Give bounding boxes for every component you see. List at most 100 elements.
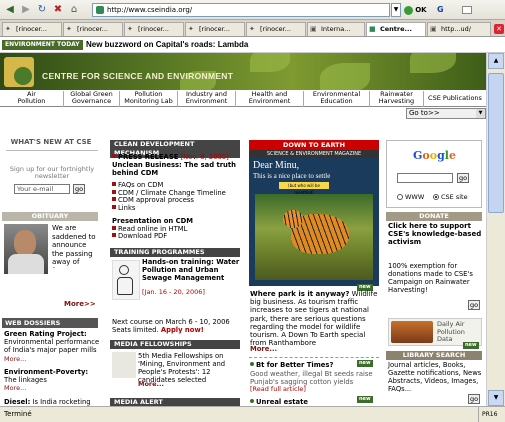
tab-1[interactable]: ✦ [rinocer... <box>2 22 62 36</box>
cdm-links: FAQs on CDM CDM / Climate Change Timelin… <box>112 181 240 213</box>
environment-today-headline[interactable]: New buzzword on Capital's roads: Lambda <box>86 40 248 50</box>
rhino-icon: ✦ <box>249 25 255 33</box>
leaf-decoration <box>410 53 456 73</box>
nav-pollution-monitoring-lab[interactable]: Pollution Monitoring Lab <box>120 91 178 107</box>
google-search-input[interactable] <box>397 173 453 183</box>
donate-go-button[interactable]: go <box>468 300 480 310</box>
address-dropdown-icon[interactable]: ▼ <box>391 3 401 17</box>
fellowship-more-link[interactable]: More... <box>138 380 164 388</box>
obituary-header: OBITUARY <box>2 212 98 221</box>
google-search-icon[interactable]: G <box>437 3 459 17</box>
donate-text: 100% exemption for donations made to CSE… <box>388 262 473 294</box>
reload-icon[interactable]: ↻ <box>35 3 49 16</box>
fellowship-image <box>112 352 136 378</box>
apply-now-link[interactable]: Apply now! <box>161 326 204 334</box>
bullet-icon <box>112 225 116 230</box>
search-box[interactable] <box>462 6 472 14</box>
download-pdf-link[interactable]: Download PDF <box>112 232 240 241</box>
bt-read-link[interactable]: [Read full article] <box>250 385 306 393</box>
nav-cse-publications[interactable]: CSE Publications <box>424 91 486 107</box>
cover-story: Where park is it anyway? Wildlife big bu… <box>250 290 378 348</box>
magazine-title: DOWN TO EARTH <box>249 140 379 150</box>
bullet-icon <box>112 154 116 158</box>
next-course: Next course on March 6 - 10, 2006 Seats … <box>112 318 230 334</box>
rhino-icon: ✦ <box>188 25 194 33</box>
radio-cse-site[interactable]: CSE site <box>433 193 468 201</box>
status-bar: Terminé PR16 <box>0 406 505 422</box>
web-dossiers-header: WEB DOSSIERS <box>2 318 98 328</box>
go-icon <box>404 5 413 15</box>
library-text: Journal articles, Books, Gazette notific… <box>388 361 482 393</box>
obituary-more-link[interactable]: More>> <box>64 300 96 308</box>
leaf-decoration <box>250 53 290 72</box>
training-title[interactable]: Hands-on training: Water Pollution and U… <box>142 258 240 282</box>
donate-header: DONATE <box>386 212 482 221</box>
divider <box>249 357 379 358</box>
newsletter-go-button[interactable]: go <box>73 184 85 194</box>
goto-select[interactable]: Go to>> ▼ <box>406 108 486 119</box>
library-go-button[interactable]: go <box>468 394 480 404</box>
address-bar[interactable]: http://www.cseindia.org/ <box>92 3 390 17</box>
dossier-3[interactable]: Diesel: Is India rocketing <box>4 398 100 406</box>
go-button[interactable]: OK <box>404 3 432 17</box>
tab-3[interactable]: ✦ [rinocer... <box>124 22 184 36</box>
nav-air-pollution[interactable]: Air Pollution <box>0 91 64 107</box>
cse-logo[interactable] <box>4 57 34 87</box>
browser-toolbar: ◀ ▶ ↻ ✖ ⌂ http://www.cseindia.org/ ▼ OK … <box>0 0 505 20</box>
tab-5[interactable]: ✦ [rinocer... <box>246 22 306 36</box>
tab-8[interactable]: ▣ http...ud/ <box>427 22 491 36</box>
site-title: CENTRE FOR SCIENCE AND ENVIRONMENT <box>42 71 234 81</box>
donate-title[interactable]: Click here to support CSE's knowledge-ba… <box>388 222 482 247</box>
nav-industry-environment[interactable]: Industry and Environment <box>178 91 236 107</box>
google-logo: Google <box>413 149 456 162</box>
press-release[interactable]: PRESS RELEASE [Nov. 8, 2005] <box>112 153 240 161</box>
new-badge: new <box>463 342 479 349</box>
story-more-link[interactable]: More... <box>250 345 277 354</box>
obituary-photo <box>4 224 48 274</box>
nav-environmental-education[interactable]: Environmental Education <box>304 91 370 107</box>
tab-2[interactable]: ✦ [rinocer... <box>63 22 123 36</box>
stop-icon[interactable]: ✖ <box>51 3 65 16</box>
down-to-earth-cover[interactable]: DOWN TO EARTH SCIENCE & ENVIRONMENT MAGA… <box>249 140 379 286</box>
tab-active[interactable]: ■ Centre... <box>366 22 426 36</box>
radio-selected-icon <box>433 194 439 200</box>
bullet-icon <box>250 399 254 403</box>
home-icon[interactable]: ⌂ <box>67 3 81 16</box>
obituary-name <box>4 268 100 276</box>
page-icon: ▣ <box>310 25 317 33</box>
forward-icon[interactable]: ▶ <box>19 3 33 16</box>
cdm-link[interactable]: Links <box>112 204 240 213</box>
nav-global-green-governance[interactable]: Global Green Governance <box>64 91 120 107</box>
email-input[interactable]: Your e-mail <box>14 184 70 194</box>
press-title[interactable]: Unclean Business: The sad truth behind C… <box>112 161 240 177</box>
bt-story[interactable]: Bt for Better Times? <box>250 361 360 369</box>
bullet-icon <box>112 182 116 186</box>
dossier-1-more-link[interactable]: More... <box>4 355 26 363</box>
bus-image <box>391 321 433 343</box>
scroll-up-icon[interactable]: ▲ <box>488 53 504 69</box>
radio-icon <box>397 194 403 200</box>
environment-today-tag: ENVIRONMENT TODAY <box>2 40 83 50</box>
dossier-2-more-link[interactable]: More... <box>4 384 26 392</box>
vertical-scrollbar[interactable]: ▲ ▼ <box>486 53 505 406</box>
cover-headline: Dear Minu, This is a nice place to settle <box>253 160 331 180</box>
google-go-button[interactable]: go <box>457 173 469 183</box>
page-icon: ▣ <box>430 25 437 33</box>
training-illustration <box>112 260 140 300</box>
bullet-icon <box>112 189 116 194</box>
scroll-thumb[interactable] <box>488 73 504 213</box>
close-tab-icon[interactable]: ✕ <box>494 24 504 34</box>
bullet-icon <box>112 197 116 201</box>
tab-4[interactable]: ✦ [rinocer... <box>185 22 245 36</box>
magazine-subtitle: SCIENCE & ENVIRONMENT MAGAZINE <box>249 150 379 158</box>
radio-www[interactable]: WWW <box>397 193 424 201</box>
bt-text: Good weather, illegal Bt seeds raise Pun… <box>250 370 373 386</box>
bullet-icon <box>112 233 116 237</box>
back-icon[interactable]: ◀ <box>3 3 17 16</box>
nav-health-environment[interactable]: Health and Environment <box>236 91 304 107</box>
tab-6[interactable]: ▣ Interna... <box>307 22 365 36</box>
dossier-2[interactable]: Environment-Poverty: The linkages <box>4 368 100 384</box>
nav-rainwater-harvesting[interactable]: Rainwater Harvesting <box>370 91 424 107</box>
dossier-1[interactable]: Green Rating Project: Environmental perfo… <box>4 330 100 354</box>
scroll-down-icon[interactable]: ▼ <box>488 390 504 406</box>
